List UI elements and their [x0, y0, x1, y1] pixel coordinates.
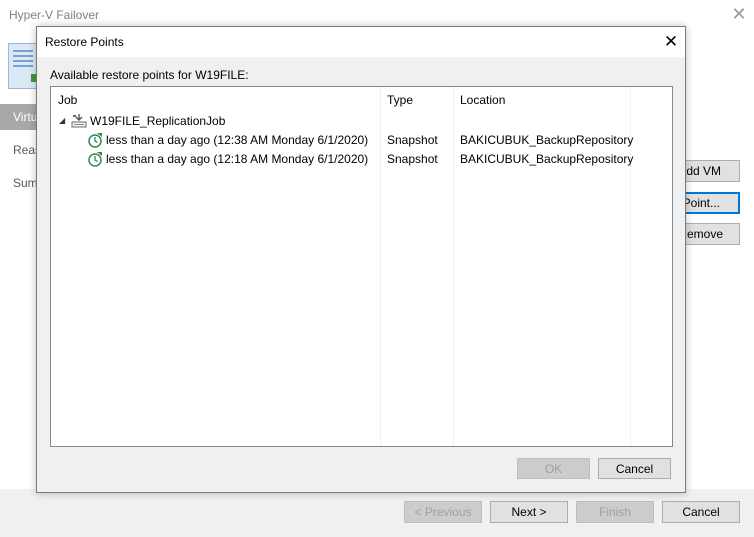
ok-button[interactable]: OK [517, 458, 590, 479]
step-virtual-machines[interactable]: Virtu [0, 104, 40, 130]
window-title: Hyper-V Failover [9, 8, 100, 22]
restore-point-row[interactable]: less than a day ago (12:18 AM Monday 6/1… [51, 150, 672, 169]
dialog-titlebar[interactable]: Restore Points ✕ [37, 27, 685, 57]
restore-point-row[interactable]: less than a day ago (12:38 AM Monday 6/1… [51, 131, 672, 150]
restore-points-dialog: Restore Points ✕ Available restore point… [36, 26, 686, 493]
step-summary[interactable]: Sum [0, 170, 40, 196]
wizard-footer: < Previous Next > Finish Cancel [0, 489, 754, 537]
column-header-job[interactable]: Job [58, 93, 77, 107]
window-close-icon[interactable]: ✕ [729, 2, 749, 26]
restore-point-name: less than a day ago (12:18 AM Monday 6/1… [106, 152, 369, 166]
restore-point-location: BAKICUBUK_BackupRepository [460, 152, 634, 166]
collapse-icon[interactable]: ◢ [59, 116, 65, 125]
restore-point-name: less than a day ago (12:38 AM Monday 6/1… [106, 133, 369, 147]
previous-button[interactable]: < Previous [404, 501, 482, 523]
restore-point-icon [88, 152, 102, 167]
wizard-cancel-button[interactable]: Cancel [662, 501, 740, 523]
dialog-title: Restore Points [45, 35, 124, 49]
next-button[interactable]: Next > [490, 501, 568, 523]
step-reason[interactable]: Reas [0, 137, 41, 163]
job-name: W19FILE_ReplicationJob [90, 114, 226, 128]
replication-job-icon [71, 114, 87, 128]
column-header-location[interactable]: Location [460, 93, 505, 107]
finish-button[interactable]: Finish [576, 501, 654, 523]
restore-points-label: Available restore points for W19FILE: [50, 68, 249, 82]
close-icon[interactable]: ✕ [659, 30, 683, 54]
restore-point-type: Snapshot [387, 133, 438, 147]
restore-point-type: Snapshot [387, 152, 438, 166]
restore-points-list[interactable]: Job Type Location ◢ W19FILE_ReplicationJ… [50, 86, 673, 447]
wizard-header-icon [8, 43, 39, 89]
restore-point-icon [88, 133, 102, 148]
job-row[interactable]: ◢ W19FILE_ReplicationJob [51, 112, 672, 131]
cancel-button[interactable]: Cancel [598, 458, 671, 479]
restore-point-location: BAKICUBUK_BackupRepository [460, 133, 634, 147]
column-header-type[interactable]: Type [387, 93, 413, 107]
